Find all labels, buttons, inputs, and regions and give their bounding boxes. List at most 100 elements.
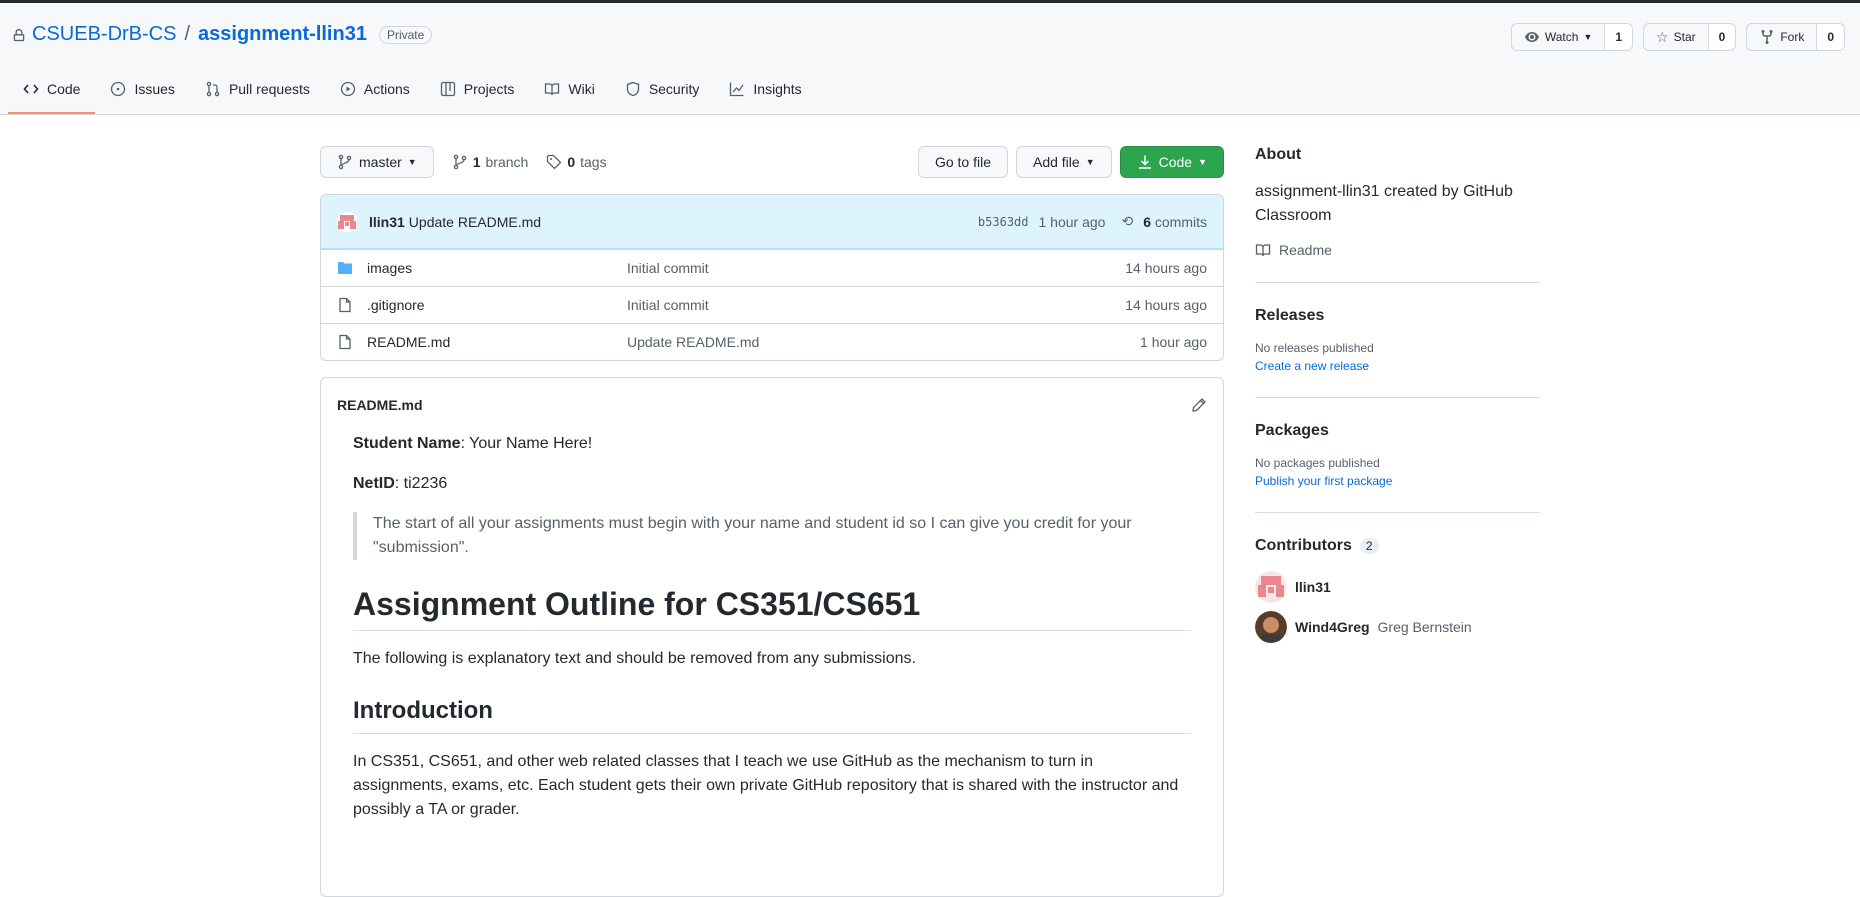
file-icon [339, 334, 351, 350]
tab-label: Insights [753, 81, 802, 97]
tab-label: Projects [463, 81, 515, 97]
path-separator: / [184, 23, 191, 45]
fork-count[interactable]: 0 [1817, 24, 1844, 50]
fork-button[interactable]: Fork [1747, 24, 1818, 50]
readme-filename[interactable]: README.md [321, 378, 1223, 432]
create-release-link[interactable]: Create a new release [1255, 359, 1540, 373]
commit-sha[interactable]: b5363dd [978, 215, 1029, 229]
commits-link[interactable]: 6 commits [1143, 214, 1207, 230]
watch-count[interactable]: 1 [1605, 24, 1633, 50]
readme-paragraph: The following is explanatory text and sh… [353, 650, 916, 667]
tag-word: tags [580, 154, 607, 170]
tab-insights[interactable]: Insights [714, 66, 816, 114]
readme-content: Student Name: Your Name Here! NetID: ti2… [321, 432, 1223, 822]
graph-icon [730, 82, 744, 97]
about-description: assignment-llin31 created by GitHub Clas… [1255, 183, 1513, 224]
releases-title[interactable]: Releases [1255, 307, 1540, 325]
go-to-file-button[interactable]: Go to file [917, 146, 1008, 178]
contributor-item[interactable]: llin31 [1255, 571, 1540, 603]
code-button[interactable]: Code ▼ [1119, 146, 1224, 178]
file-age: 1 hour ago [1140, 334, 1207, 350]
main-column: master ▼ 1 branch 0 tags Go to file Add … [320, 146, 1224, 897]
tab-label: Security [648, 81, 700, 97]
repo-name-link[interactable]: assignment-llin31 [198, 23, 367, 46]
file-row[interactable]: README.md Update README.md 1 hour ago [321, 323, 1223, 360]
file-name[interactable]: .gitignore [367, 297, 627, 313]
avatar[interactable] [1255, 611, 1287, 643]
chevron-down-icon: ▼ [1198, 157, 1207, 167]
avatar[interactable] [337, 211, 357, 232]
tags-link[interactable]: 0 tags [546, 154, 607, 170]
file-commit-message[interactable]: Initial commit [627, 260, 1027, 276]
file-actions: Go to file Add file ▼ Code ▼ [917, 146, 1224, 178]
publish-package-link[interactable]: Publish your first package [1255, 474, 1540, 488]
star-label: Star [1673, 30, 1696, 44]
chevron-down-icon: ▼ [1085, 157, 1095, 167]
contributor-login[interactable]: llin31 [1295, 579, 1331, 595]
file-navigation: master ▼ 1 branch 0 tags Go to file Add … [320, 146, 1224, 178]
student-name-value: : Your Name Here! [460, 435, 593, 452]
tag-count: 0 [567, 154, 576, 170]
contributor-login[interactable]: Wind4Greg [1295, 619, 1370, 635]
star-icon: ☆ [1656, 28, 1669, 45]
watch-button[interactable]: Watch ▼ [1512, 24, 1606, 50]
repo-owner-link[interactable]: CSUEB-DrB-CS [32, 23, 176, 46]
tab-pull-requests[interactable]: Pull requests [190, 66, 325, 114]
branch-icon [338, 154, 352, 170]
contributor-name: Greg Bernstein [1377, 619, 1472, 635]
file-row[interactable]: .gitignore Initial commit 14 hours ago [321, 286, 1223, 323]
add-file-button[interactable]: Add file ▼ [1015, 146, 1112, 178]
shield-icon [626, 81, 639, 97]
file-name[interactable]: README.md [367, 334, 627, 350]
code-label: Code [1158, 154, 1193, 170]
file-commit-message[interactable]: Update README.md [627, 334, 1027, 350]
tab-label: Actions [363, 81, 410, 97]
repo-actions: Watch ▼ 1 ☆ Star 0 Fork 0 [1510, 23, 1845, 51]
tab-label: Issues [134, 81, 175, 97]
branches-link[interactable]: 1 branch [452, 154, 528, 170]
tab-security[interactable]: Security [610, 66, 715, 114]
file-row[interactable]: images Initial commit 14 hours ago [321, 249, 1223, 286]
tab-projects[interactable]: Projects [425, 66, 530, 114]
commit-message[interactable]: Update README.md [409, 214, 541, 230]
commit-author[interactable]: llin31 [369, 214, 405, 230]
tag-icon [547, 154, 562, 170]
star-button[interactable]: ☆ Star [1644, 24, 1709, 50]
packages-title[interactable]: Packages [1255, 422, 1540, 440]
contributors-title[interactable]: Contributors 2 [1255, 537, 1540, 555]
avatar[interactable] [1255, 571, 1287, 603]
eye-icon [1524, 32, 1539, 42]
latest-commit-bar: llin31 Update README.md b5363dd 1 hour a… [321, 195, 1223, 249]
file-name[interactable]: images [367, 260, 627, 276]
tab-code[interactable]: Code [8, 66, 96, 114]
download-icon [1138, 155, 1151, 169]
file-commit-message[interactable]: Initial commit [627, 297, 1027, 313]
commit-count-word: commits [1154, 213, 1207, 230]
fork-icon [1761, 30, 1773, 44]
pencil-icon[interactable] [1191, 397, 1207, 413]
repo-tabs: Code Issues Pull requests Actions Projec… [8, 66, 817, 114]
readme-paragraph: In CS351, CS651, and other web related c… [353, 753, 1179, 818]
readme-link[interactable]: Readme [1255, 242, 1540, 258]
book-icon [1255, 244, 1271, 257]
branch-name: master [359, 154, 402, 170]
packages-section: Packages No packages published Publish y… [1255, 422, 1540, 513]
commit-age: 1 hour ago [1038, 213, 1106, 230]
tab-actions[interactable]: Actions [325, 66, 425, 114]
tab-issues[interactable]: Issues [95, 66, 189, 114]
tab-wiki[interactable]: Wiki [529, 66, 609, 114]
student-name-line: Student Name: Your Name Here! [353, 432, 1191, 456]
file-age: 14 hours ago [1125, 260, 1207, 276]
tab-label: Pull requests [228, 81, 310, 97]
contributor-item[interactable]: Wind4Greg Greg Bernstein [1255, 611, 1540, 643]
star-count[interactable]: 0 [1708, 24, 1736, 50]
sidebar: About assignment-llin31 created by GitHu… [1255, 146, 1540, 651]
tab-label: Wiki [568, 81, 595, 97]
repo-header: CSUEB-DrB-CS / assignment-llin31 Private… [0, 3, 1860, 115]
contributors-count: 2 [1359, 538, 1379, 554]
branch-select-button[interactable]: master ▼ [320, 146, 434, 178]
student-name-label: Student Name [353, 435, 461, 452]
releases-empty-text: No releases published [1255, 341, 1374, 355]
play-icon [340, 81, 356, 97]
readme-subheading: Introduction [353, 695, 1191, 734]
